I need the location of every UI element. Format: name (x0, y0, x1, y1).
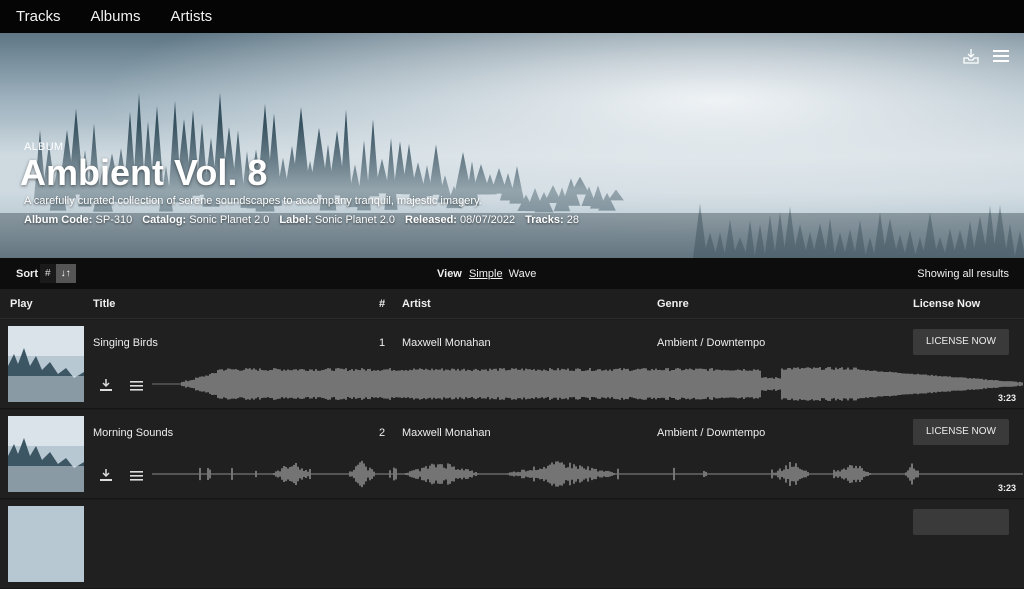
header-number[interactable]: # (379, 298, 385, 310)
table-row (0, 500, 1024, 589)
license-now-button[interactable] (913, 509, 1009, 535)
album-thumbnail-play[interactable] (8, 506, 84, 582)
hero-tools (962, 47, 1010, 65)
track-menu-icon[interactable] (130, 379, 143, 391)
meta-tracks: Tracks: 28 (525, 214, 579, 226)
track-artist[interactable]: Maxwell Monahan (402, 427, 491, 439)
header-play: Play (10, 298, 33, 310)
track-title[interactable]: Morning Sounds (93, 427, 173, 439)
view-simple-link[interactable]: Simple (469, 268, 503, 280)
meta-label: Label: Sonic Planet 2.0 (279, 214, 395, 226)
view-label: View (437, 268, 462, 280)
track-number: 1 (379, 337, 386, 349)
track-menu-icon[interactable] (130, 469, 143, 481)
album-description: A carefully curated collection of serene… (24, 195, 482, 207)
album-title: Ambient Vol. 8 (20, 152, 268, 193)
table-row: Morning Sounds 2 Maxwell Monahan Ambient… (0, 410, 1024, 499)
sort-buttons: # ↓↑ (40, 264, 76, 283)
results-count: Showing all results (917, 268, 1009, 280)
sort-bar: Sort # ↓↑ View Simple Wave Showing all r… (0, 258, 1024, 289)
sort-number-button[interactable]: # (40, 264, 56, 283)
track-artist[interactable]: Maxwell Monahan (402, 337, 491, 349)
nav-albums[interactable]: Albums (90, 8, 140, 25)
hamburger-menu-icon[interactable] (992, 47, 1010, 65)
meta-released: Released: 08/07/2022 (405, 214, 516, 226)
view-toggle: View Simple Wave (437, 268, 536, 280)
header-genre[interactable]: Genre (657, 298, 689, 310)
sort-label: Sort (16, 268, 38, 280)
table-row: Singing Birds 1 Maxwell Monahan Ambient … (0, 320, 1024, 409)
top-nav: Tracks Albums Artists (0, 0, 1024, 33)
download-icon[interactable] (99, 378, 113, 392)
album-thumbnail-image (8, 326, 84, 402)
header-license: License Now (913, 298, 981, 310)
track-genre: Ambient / Downtempo (657, 337, 766, 349)
license-now-button[interactable]: LICENSE NOW (913, 419, 1009, 445)
header-title[interactable]: Title (93, 298, 115, 310)
album-hero: ALBUM Ambient Vol. 8 A carefully curated… (0, 33, 1024, 258)
track-table-header: Play Title # Artist Genre License Now (0, 289, 1024, 319)
album-thumbnail-play[interactable] (8, 416, 84, 492)
track-duration: 3:23 (997, 393, 1016, 403)
waveform-sparse[interactable] (152, 456, 1024, 492)
track-title[interactable]: Singing Birds (93, 337, 158, 349)
header-artist[interactable]: Artist (402, 298, 431, 310)
album-thumbnail-play[interactable] (8, 326, 84, 402)
tray-download-icon[interactable] (962, 47, 980, 65)
nav-artists[interactable]: Artists (170, 8, 212, 25)
album-thumbnail-image (8, 416, 84, 492)
download-icon[interactable] (99, 468, 113, 482)
license-now-button[interactable]: LICENSE NOW (913, 329, 1009, 355)
sort-order-button[interactable]: ↓↑ (55, 264, 76, 283)
album-meta: Album Code: SP-310 Catalog: Sonic Planet… (24, 214, 579, 226)
track-number: 2 (379, 427, 386, 439)
track-genre: Ambient / Downtempo (657, 427, 766, 439)
view-wave-link[interactable]: Wave (509, 268, 537, 280)
track-duration: 3:23 (997, 483, 1016, 493)
meta-album-code: Album Code: SP-310 (24, 214, 133, 226)
waveform-dense[interactable] (152, 366, 1024, 402)
nav-tracks[interactable]: Tracks (16, 8, 60, 25)
meta-catalog: Catalog: Sonic Planet 2.0 (142, 214, 270, 226)
